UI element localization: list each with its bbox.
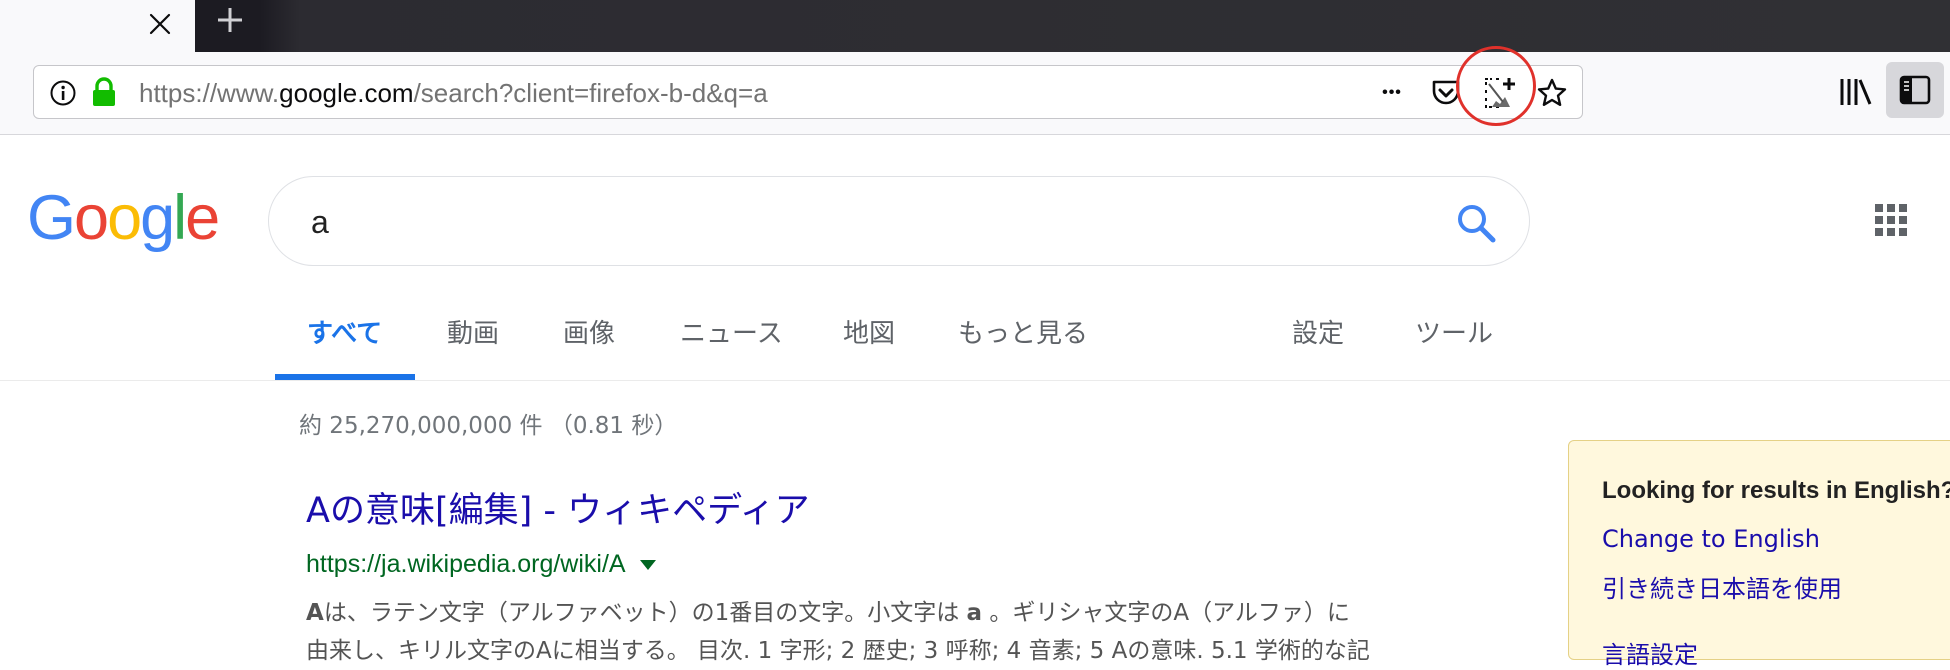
snippet-text-1: は、ラテン文字（アルファベット）の1番目の文字。小文字は [323, 600, 967, 626]
active-tab-indicator [275, 374, 415, 380]
snippet-bold-a-lower: a [966, 600, 983, 626]
keep-japanese-link[interactable]: 引き続き日本語を使用 [1602, 569, 1842, 604]
url-domain: google.com [279, 78, 414, 108]
result-stats: 約 25,270,000,000 件 （0.81 秒） [299, 413, 678, 439]
tab-maps[interactable]: 地図 [843, 316, 895, 352]
pocket-icon[interactable] [1426, 75, 1466, 111]
url-text[interactable]: https://www.google.com/search?client=fir… [139, 77, 768, 109]
result-url[interactable]: https://ja.wikipedia.org/wiki/A [306, 550, 656, 579]
url-path: /search?client=firefox-b-d&q=a [413, 78, 768, 108]
language-settings-link[interactable]: 言語設定 [1602, 635, 1698, 670]
tab-all[interactable]: すべて [307, 316, 382, 352]
snippet-text-2: 。ギリシャ文字のA（アルファ）に [982, 600, 1350, 626]
search-box[interactable] [268, 176, 1530, 266]
url-bar[interactable]: https://www.google.com/search?client=fir… [33, 65, 1583, 119]
browser-tab[interactable] [0, 0, 195, 52]
logo-letter-1: o [74, 183, 109, 253]
search-input[interactable] [309, 197, 1413, 247]
sidebar-icon [1899, 75, 1931, 105]
tab-videos[interactable]: 動画 [447, 316, 499, 352]
apps-grid-icon[interactable] [1873, 202, 1909, 238]
screenshot-icon[interactable] [1480, 75, 1520, 111]
snippet-bold-a: A [306, 600, 324, 626]
tab-tools[interactable]: ツール [1415, 316, 1493, 352]
new-tab-button[interactable] [208, 0, 252, 40]
result-url-text: https://ja.wikipedia.org/wiki/A [306, 550, 626, 578]
logo-letter-3: g [140, 183, 175, 253]
page-actions-icon[interactable]: ••• [1370, 75, 1414, 111]
dropdown-arrow-icon[interactable] [639, 560, 656, 571]
search-icon[interactable] [1454, 201, 1498, 245]
change-to-english-link[interactable]: Change to English [1602, 525, 1820, 553]
library-icon[interactable] [1836, 74, 1874, 110]
tab-more[interactable]: もっと見る [958, 316, 1088, 352]
result-title-link[interactable]: Aの意味[編集] - ウィキペディア [306, 488, 810, 534]
more-glyph: ••• [1382, 84, 1402, 101]
logo-letter-0: G [27, 183, 76, 253]
tab-images[interactable]: 画像 [563, 316, 615, 352]
snippet-line-1: Aは、ラテン文字（アルファベット）の1番目の文字。小文字は a 。ギリシャ文字の… [306, 594, 1486, 632]
plus-icon [218, 8, 242, 32]
result-snippet: Aは、ラテン文字（アルファベット）の1番目の文字。小文字は a 。ギリシャ文字の… [306, 594, 1486, 670]
tab-settings[interactable]: 設定 [1292, 316, 1344, 352]
navigation-toolbar: https://www.google.com/search?client=fir… [0, 46, 1950, 135]
url-prefix: https://www. [139, 78, 280, 108]
search-tabs: すべて 動画 画像 ニュース 地図 もっと見る 設定 ツール [0, 300, 1950, 381]
tab-strip [0, 0, 1950, 52]
bookmark-star-icon[interactable] [1532, 75, 1572, 111]
tab-news[interactable]: ニュース [680, 316, 783, 352]
snippet-line-2: 由来し、キリル文字のAに相当する。 目次. 1 字形; 2 歴史; 3 呼称; … [306, 638, 1370, 664]
logo-letter-5: e [185, 183, 220, 253]
google-logo[interactable]: Google [27, 182, 220, 254]
logo-letter-4: l [173, 183, 187, 253]
info-icon[interactable] [49, 79, 77, 107]
sidebar-button[interactable] [1886, 62, 1944, 118]
logo-letter-2: o [107, 183, 142, 253]
language-panel-title: Looking for results in English? [1602, 477, 1950, 504]
lock-icon[interactable] [90, 77, 118, 107]
language-suggestion-panel: Looking for results in English? Change t… [1568, 440, 1950, 669]
close-tab-icon[interactable] [142, 6, 178, 42]
